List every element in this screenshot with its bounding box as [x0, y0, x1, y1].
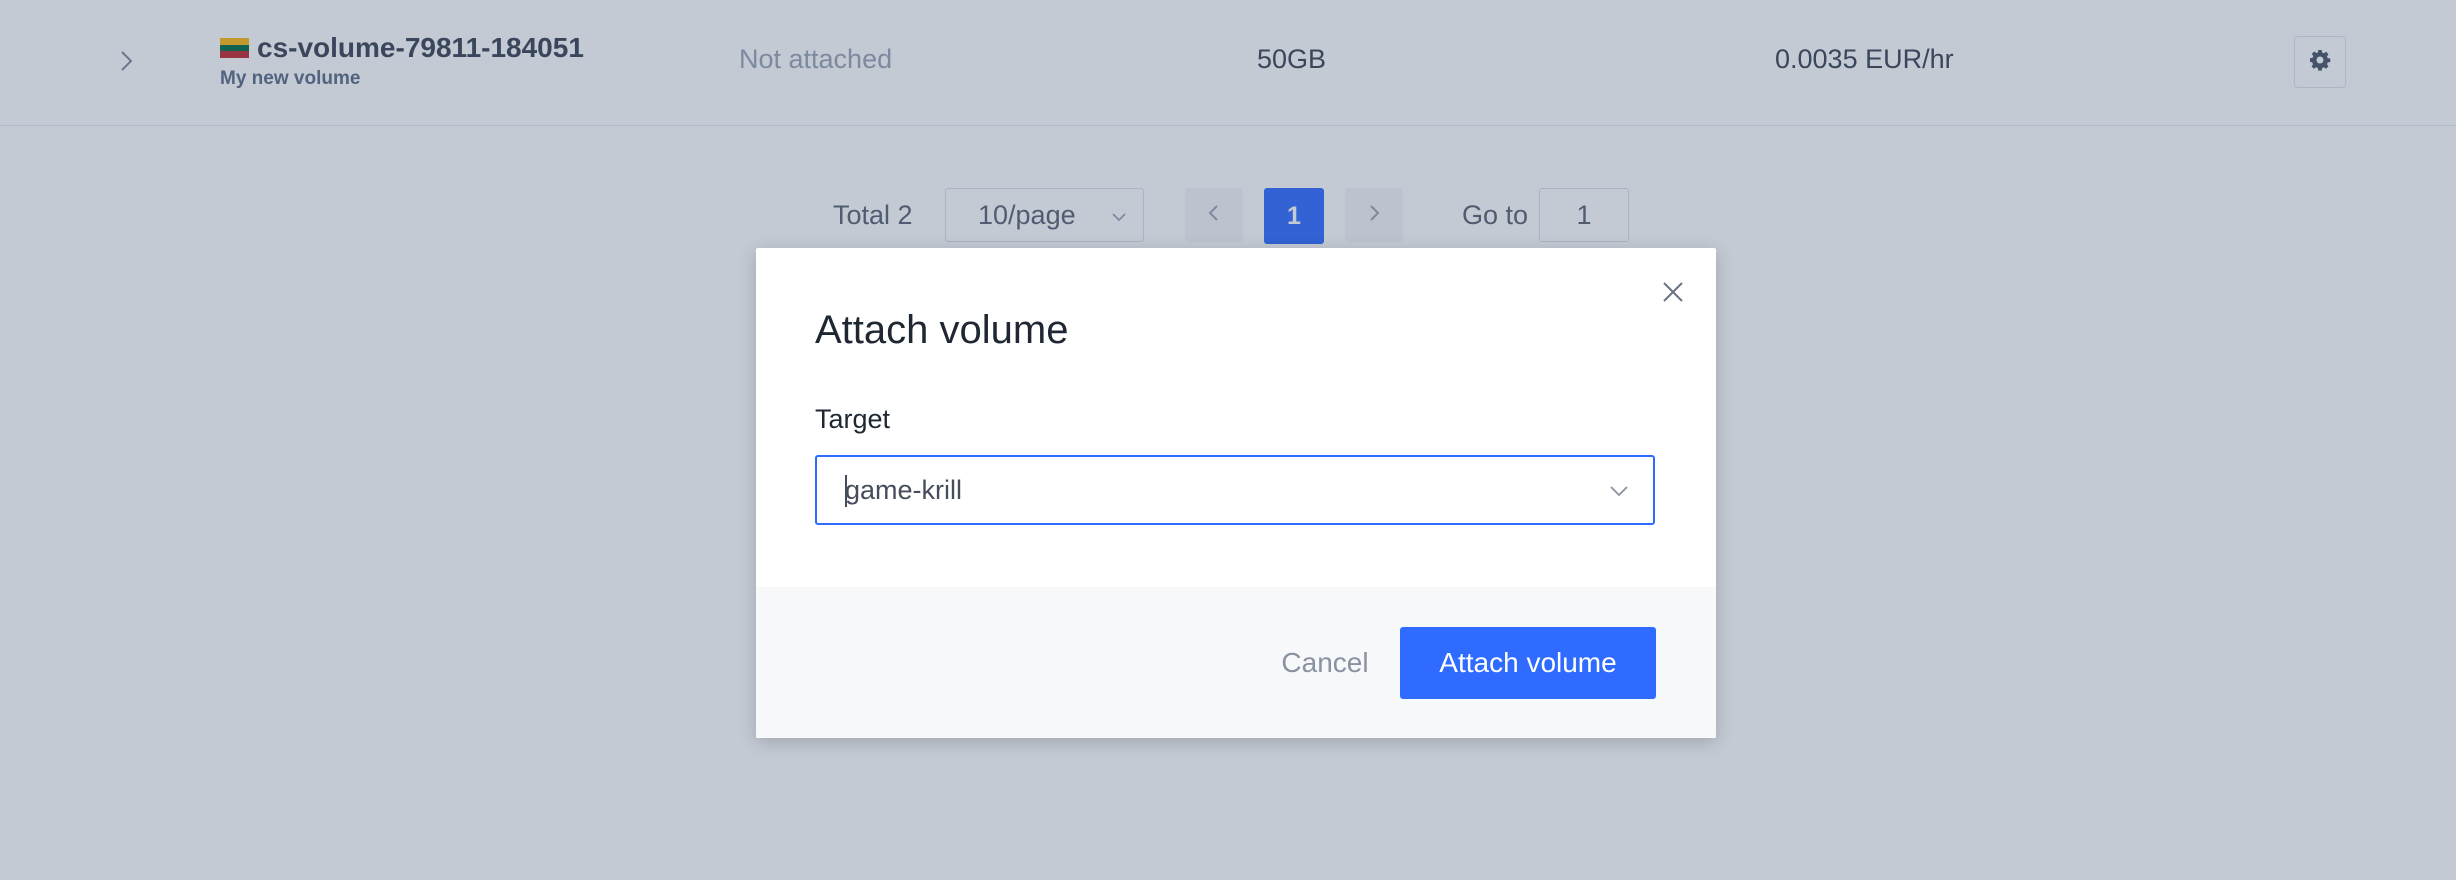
cancel-button[interactable]: Cancel — [1234, 627, 1416, 699]
target-select-value: game-krill — [845, 474, 963, 505]
dialog-title: Attach volume — [815, 308, 1069, 352]
target-select[interactable]: game-krill — [815, 455, 1655, 525]
dialog-footer: Cancel Attach volume — [756, 587, 1716, 738]
text-caret — [845, 475, 847, 507]
close-button[interactable] — [1655, 276, 1691, 312]
attach-volume-button[interactable]: Attach volume — [1400, 627, 1656, 699]
close-icon — [1662, 281, 1684, 308]
chevron-down-icon — [1607, 479, 1631, 508]
attach-volume-dialog: Attach volume Target game-krill Cancel A… — [756, 248, 1716, 738]
target-label: Target — [815, 404, 891, 434]
